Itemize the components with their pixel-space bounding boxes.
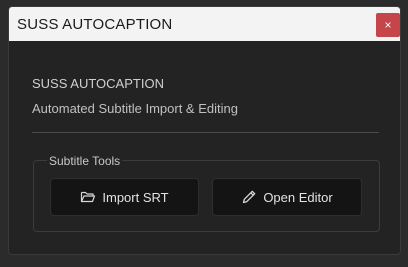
window-title: SUSS AUTOCAPTION xyxy=(17,16,173,33)
app-name-label: SUSS AUTOCAPTION xyxy=(32,76,164,91)
import-srt-button[interactable]: Import SRT xyxy=(50,178,199,216)
pencil-icon xyxy=(241,189,257,205)
divider xyxy=(32,132,379,133)
import-srt-label: Import SRT xyxy=(102,189,169,205)
app-description: Automated Subtitle Import & Editing xyxy=(32,101,238,116)
close-button[interactable]: × xyxy=(376,13,400,37)
panel-content: SUSS AUTOCAPTION Automated Subtitle Impo… xyxy=(9,41,400,254)
subtitle-tools-legend: Subtitle Tools xyxy=(47,154,123,168)
open-editor-button[interactable]: Open Editor xyxy=(212,178,362,216)
autocaption-window: SUSS AUTOCAPTION × SUSS AUTOCAPTION Auto… xyxy=(8,6,401,255)
folder-open-icon xyxy=(80,190,96,204)
open-editor-label: Open Editor xyxy=(263,189,333,205)
close-icon: × xyxy=(384,18,392,32)
title-bar: SUSS AUTOCAPTION × xyxy=(9,7,400,41)
